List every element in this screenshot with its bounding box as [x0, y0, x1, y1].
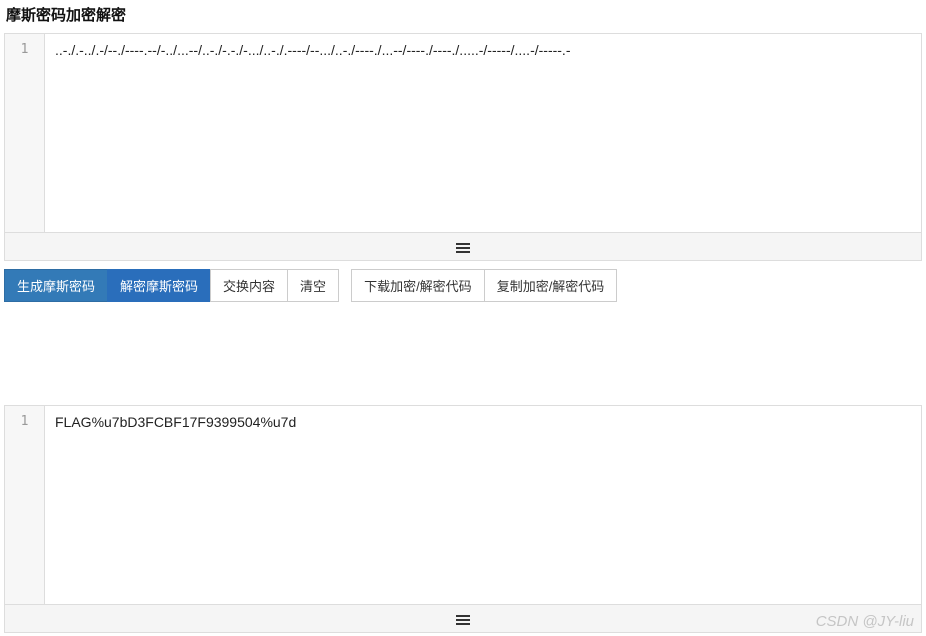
hamburger-icon[interactable]	[456, 241, 470, 253]
input-footer-bar	[4, 233, 922, 261]
button-group-main: 生成摩斯密码 解密摩斯密码 交换内容 清空	[4, 269, 339, 302]
swap-content-button[interactable]: 交换内容	[210, 269, 288, 302]
download-code-button[interactable]: 下载加密/解密代码	[351, 269, 485, 302]
button-group-secondary: 下载加密/解密代码 复制加密/解密代码	[351, 269, 617, 302]
clear-button[interactable]: 清空	[287, 269, 339, 302]
output-footer-bar	[4, 605, 922, 633]
output-content[interactable]: FLAG%u7bD3FCBF17F9399504%u7d	[45, 406, 921, 604]
decrypt-morse-button[interactable]: 解密摩斯密码	[107, 269, 211, 302]
page-title: 摩斯密码加密解密	[0, 0, 926, 33]
input-content[interactable]: ..-./.-../.-/--./----.--/-../...--/..-./…	[45, 34, 921, 232]
generate-morse-button[interactable]: 生成摩斯密码	[4, 269, 108, 302]
output-gutter: 1	[5, 406, 45, 604]
output-editor[interactable]: 1 FLAG%u7bD3FCBF17F9399504%u7d	[4, 405, 922, 605]
hamburger-icon[interactable]	[456, 613, 470, 625]
input-gutter: 1	[5, 34, 45, 232]
toolbar: 生成摩斯密码 解密摩斯密码 交换内容 清空 下载加密/解密代码 复制加密/解密代…	[0, 261, 926, 310]
spacer	[0, 310, 926, 405]
input-editor[interactable]: 1 ..-./.-../.-/--./----.--/-../...--/..-…	[4, 33, 922, 233]
copy-code-button[interactable]: 复制加密/解密代码	[484, 269, 618, 302]
